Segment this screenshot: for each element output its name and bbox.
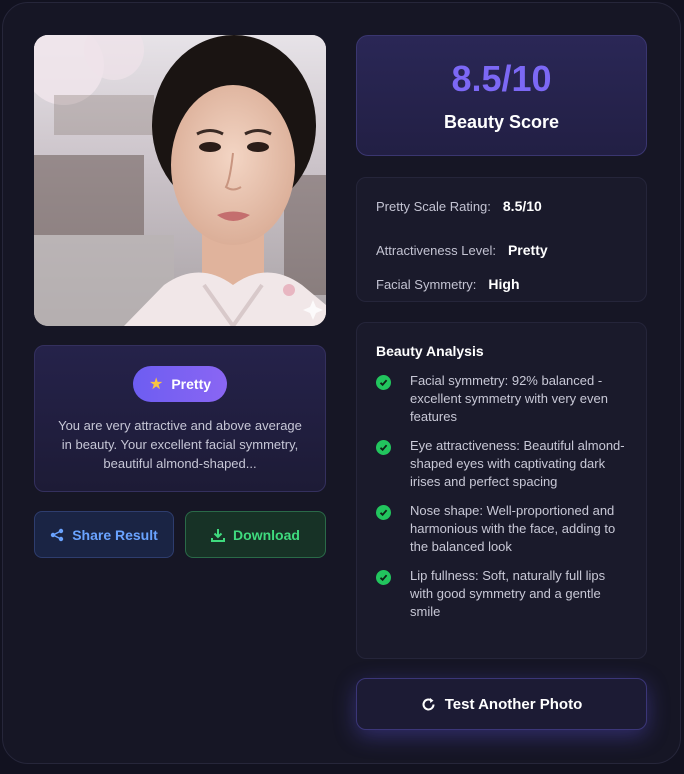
beauty-analysis-card: Beauty Analysis Facial symmetry: 92% bal…: [356, 322, 647, 659]
download-icon: [211, 528, 226, 542]
share-icon: [51, 528, 64, 541]
share-result-label: Share Result: [72, 526, 158, 543]
star-icon: ★: [148, 376, 164, 393]
analysis-item: Nose shape: Well-proportioned and harmon…: [376, 502, 628, 556]
analysis-item: Lip fullness: Soft, naturally full lips …: [376, 567, 628, 621]
test-another-photo-label: Test Another Photo: [444, 695, 583, 713]
analysis-item: Eye attractiveness: Beautiful almond-sha…: [376, 437, 628, 491]
rating-details: Pretty Scale Rating: 8.5/10 Attractivene…: [356, 177, 647, 302]
detail-key: Pretty Scale Rating:: [376, 198, 491, 214]
beauty-analysis-title: Beauty Analysis: [376, 343, 484, 359]
verdict-card: ★ Pretty You are very attractive and abo…: [34, 345, 326, 492]
detail-key: Facial Symmetry:: [376, 276, 477, 292]
check-icon: [376, 505, 391, 520]
detail-row-symmetry: Facial Symmetry: High: [376, 267, 646, 301]
check-icon: [376, 440, 391, 455]
beauty-score-label: Beauty Score: [443, 112, 560, 132]
detail-value: 8.5/10: [502, 198, 542, 214]
check-icon: [376, 570, 391, 585]
analysis-item: Facial symmetry: 92% balanced - excellen…: [376, 372, 628, 426]
analysis-item-text: Facial symmetry: 92% balanced - excellen…: [410, 373, 608, 424]
analysis-item-text: Lip fullness: Soft, naturally full lips …: [410, 568, 606, 619]
detail-row-attractiveness: Attractiveness Level: Pretty: [376, 233, 646, 267]
verdict-description: You are very attractive and above averag…: [58, 418, 302, 471]
beauty-score-value: 8.5/10: [451, 58, 552, 99]
detail-row-scale: Pretty Scale Rating: 8.5/10: [376, 198, 646, 214]
rating-badge-label: Pretty: [171, 376, 212, 392]
uploaded-photo: [34, 35, 326, 326]
detail-value: High: [488, 276, 520, 292]
refresh-icon: [422, 697, 435, 710]
download-label: Download: [233, 526, 300, 543]
analysis-item-text: Nose shape: Well-proportioned and harmon…: [410, 503, 616, 554]
detail-value: Pretty: [507, 242, 548, 258]
detail-key: Attractiveness Level:: [376, 242, 496, 258]
share-result-button[interactable]: Share Result: [34, 511, 174, 558]
test-another-photo-button[interactable]: Test Another Photo: [356, 678, 647, 730]
analysis-item-text: Eye attractiveness: Beautiful almond-sha…: [410, 438, 625, 489]
check-icon: [376, 375, 391, 390]
portrait-image: [34, 35, 326, 326]
rating-badge: ★ Pretty: [132, 366, 228, 402]
download-button[interactable]: Download: [185, 511, 326, 558]
beauty-score-card: 8.5/10 Beauty Score: [356, 35, 647, 156]
